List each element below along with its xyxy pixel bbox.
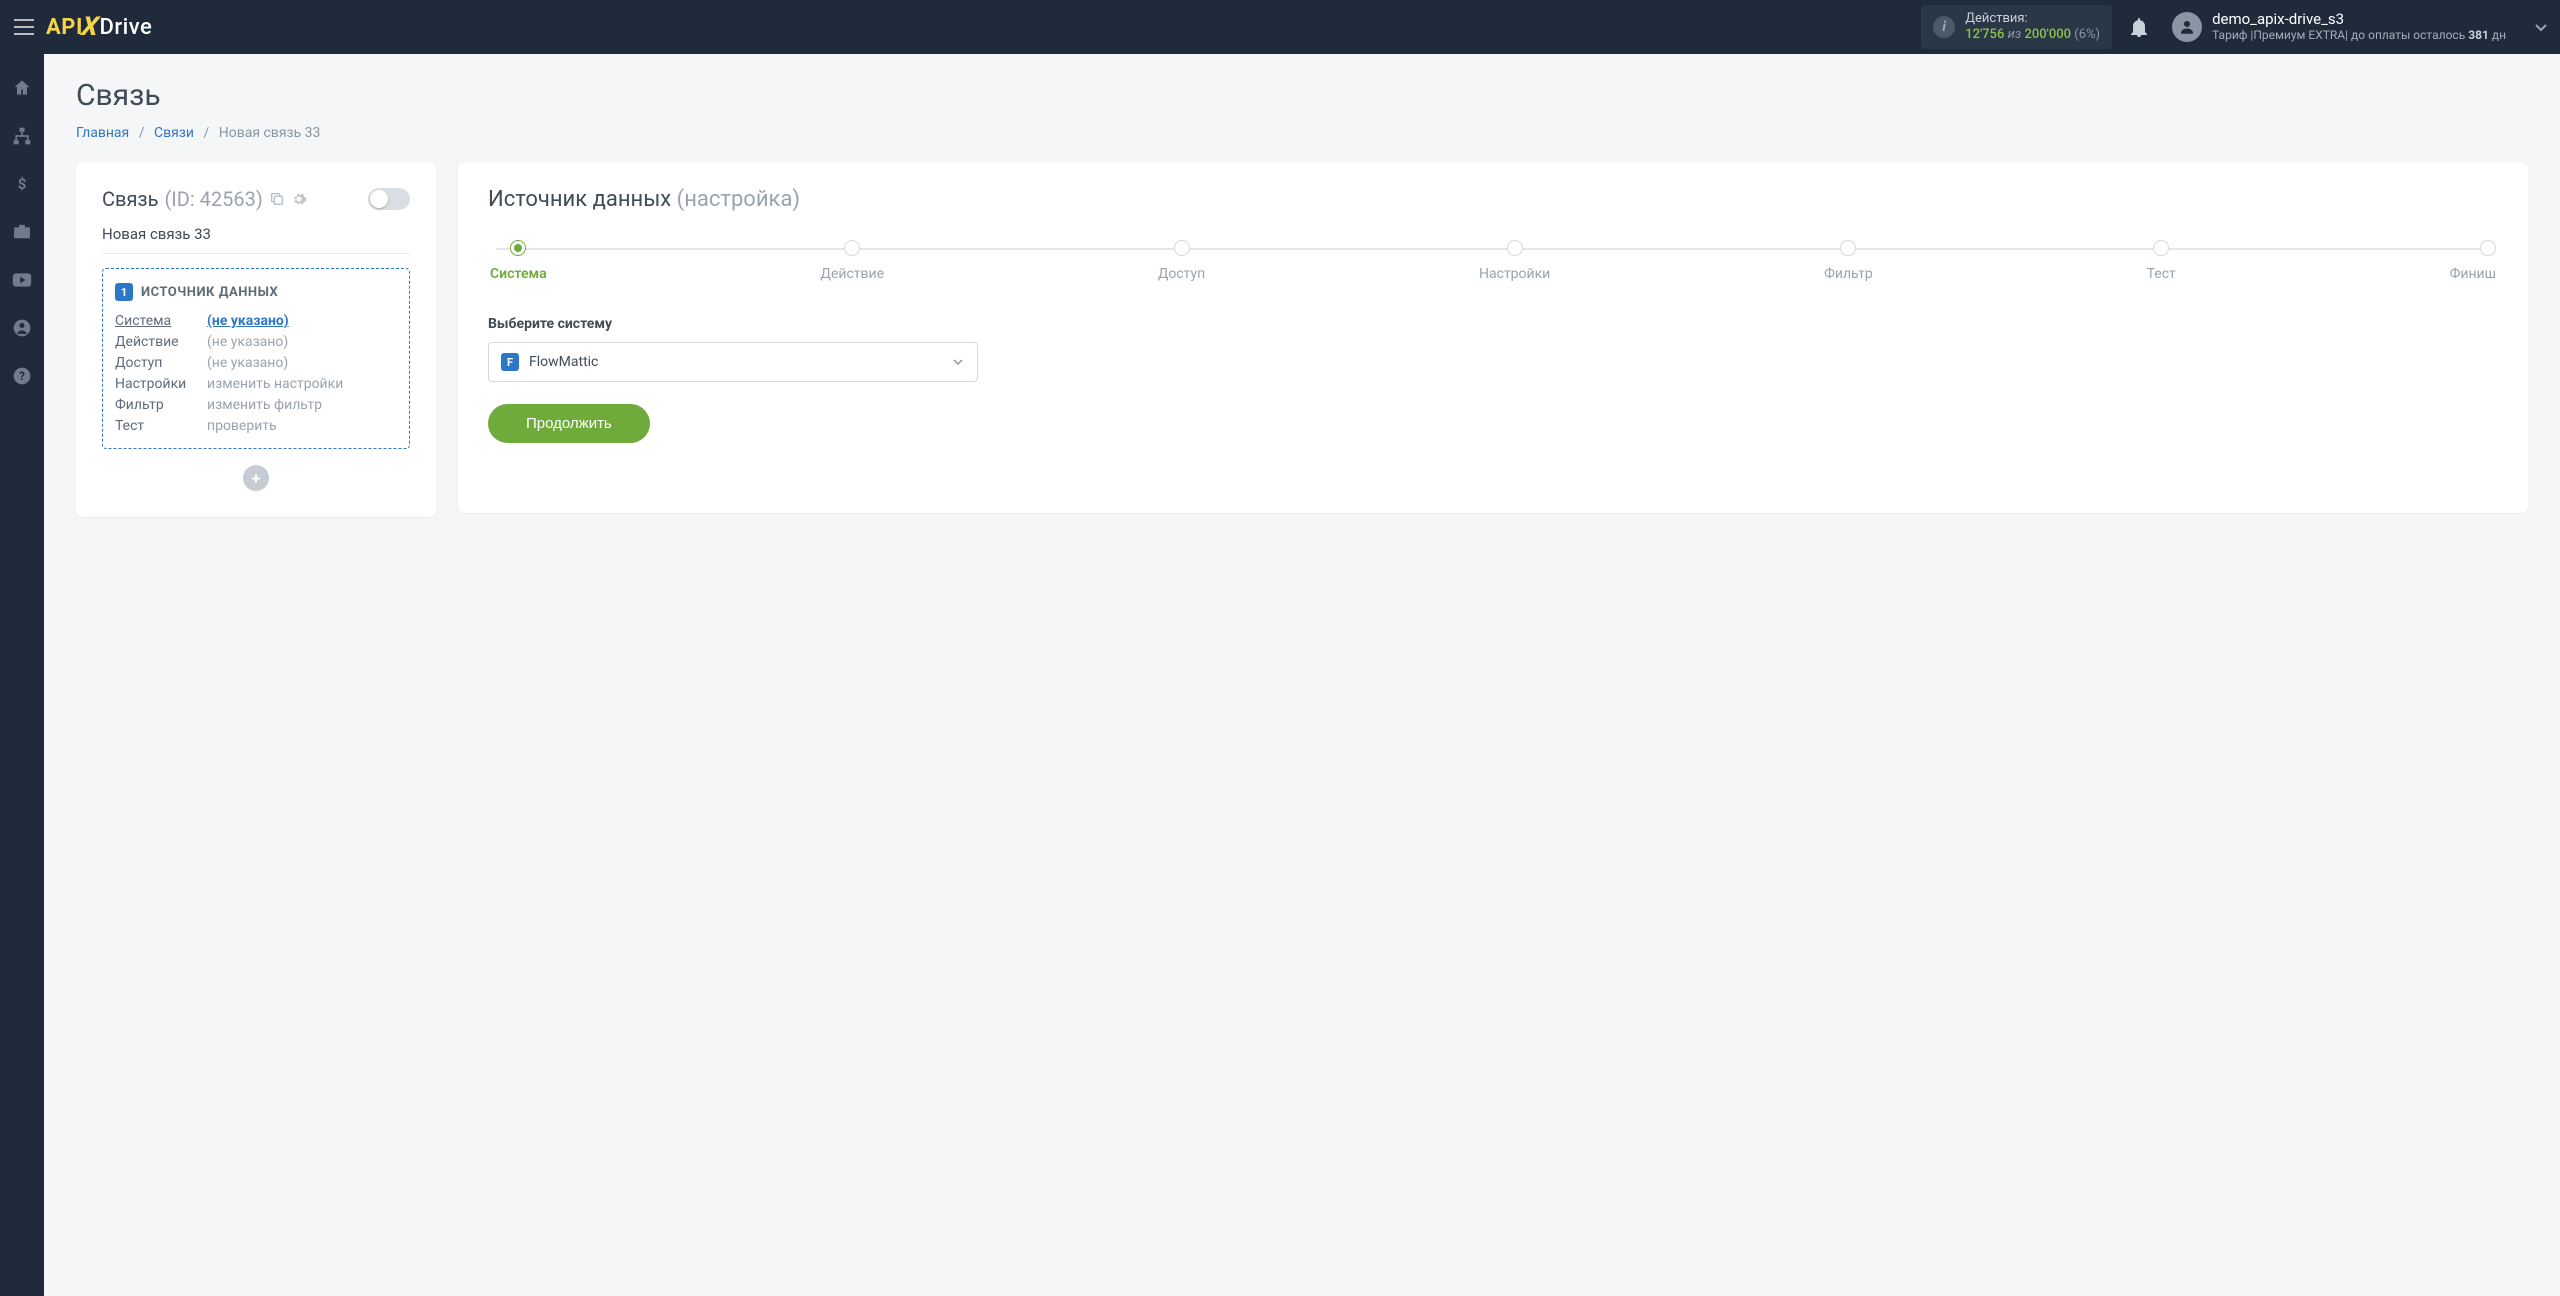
connection-title-label: Связь <box>102 187 158 211</box>
youtube-icon <box>12 272 32 288</box>
user-circle-icon <box>12 318 32 338</box>
step-settings[interactable]: Настройки <box>1479 240 1550 282</box>
setup-title: Источник данных (настройка) <box>488 187 2498 212</box>
topbar: APIXDrive i Действия: 12'756 из 200'000 … <box>0 0 2560 54</box>
row-access-key[interactable]: Доступ <box>115 355 207 371</box>
nav-youtube[interactable] <box>10 268 34 292</box>
sitemap-icon <box>12 126 32 146</box>
logo-text-api: API <box>46 15 83 40</box>
step-test[interactable]: Тест <box>2147 240 2176 282</box>
copy-button[interactable] <box>269 191 285 207</box>
chevron-down-icon <box>2534 20 2548 34</box>
user-icon <box>2178 18 2196 36</box>
tariff-prefix: Тариф |Премиум EXTRA| до оплаты осталось <box>2212 28 2468 42</box>
row-access-val: (не указано) <box>207 355 397 371</box>
actions-text: Действия: 12'756 из 200'000 (6%) <box>1965 11 2100 42</box>
info-icon: i <box>1933 16 1955 38</box>
connection-id: (ID: 42563) <box>164 187 262 211</box>
breadcrumb: Главная / Связи / Новая связь 33 <box>76 125 2528 141</box>
connection-title: Связь (ID: 42563) <box>102 187 307 211</box>
nav-connections[interactable] <box>10 124 34 148</box>
logo[interactable]: APIXDrive <box>46 12 152 42</box>
row-action-val: (не указано) <box>207 334 397 350</box>
actions-label: Действия: <box>1965 11 2100 27</box>
step-system[interactable]: Система <box>490 240 547 282</box>
logo-text-drive: Drive <box>99 15 152 40</box>
actions-limit: 200'000 <box>2025 27 2072 42</box>
crumb-current: Новая связь 33 <box>219 125 321 141</box>
connection-card: Связь (ID: 42563) Новая связь 33 1 ИСТОЧ… <box>76 163 436 517</box>
menu-toggle-button[interactable] <box>12 15 36 39</box>
home-icon <box>12 78 32 98</box>
row-settings-key[interactable]: Настройки <box>115 376 207 392</box>
system-field-label: Выберите систему <box>488 316 2498 332</box>
dollar-icon: $ <box>12 174 32 194</box>
actions-counter[interactable]: i Действия: 12'756 из 200'000 (6%) <box>1921 5 2112 48</box>
actions-count: 12'756 <box>1965 27 2004 42</box>
nav-home[interactable] <box>10 76 34 100</box>
step-access[interactable]: Доступ <box>1158 240 1205 282</box>
row-test-key[interactable]: Тест <box>115 418 207 434</box>
nav-help[interactable]: ? <box>10 364 34 388</box>
logo-text-x: X <box>80 12 101 42</box>
question-icon: ? <box>12 366 32 386</box>
username: demo_apix-drive_s3 <box>2212 11 2506 28</box>
settings-button[interactable] <box>291 191 307 207</box>
row-settings-val[interactable]: изменить настройки <box>207 376 397 392</box>
nav-billing[interactable]: $ <box>10 172 34 196</box>
system-select[interactable]: F FlowMattic <box>488 342 978 382</box>
connection-toggle[interactable] <box>368 188 410 210</box>
svg-text:$: $ <box>18 175 27 193</box>
chevron-down-icon <box>951 355 965 369</box>
row-system-val[interactable]: (не указано) <box>207 313 397 329</box>
sidebar-nav: $ ? <box>0 54 44 1296</box>
source-block: 1 ИСТОЧНИК ДАННЫХ Система (не указано) Д… <box>102 268 410 449</box>
actions-of: из <box>2008 27 2022 42</box>
block-number: 1 <box>115 283 133 301</box>
user-menu[interactable]: demo_apix-drive_s3 Тариф |Премиум EXTRA|… <box>2172 11 2548 42</box>
actions-pct: (6%) <box>2074 27 2100 42</box>
row-test-val[interactable]: проверить <box>207 418 397 434</box>
hamburger-icon <box>14 19 34 35</box>
step-filter[interactable]: Фильтр <box>1824 240 1873 282</box>
svg-text:?: ? <box>19 369 25 383</box>
setup-title-main: Источник данных <box>488 187 671 212</box>
tariff-line: Тариф |Премиум EXTRA| до оплаты осталось… <box>2212 29 2506 43</box>
row-system-key[interactable]: Система <box>115 313 207 329</box>
step-action[interactable]: Действие <box>820 240 884 282</box>
row-filter-val[interactable]: изменить фильтр <box>207 397 397 413</box>
user-menu-chevron <box>2534 20 2548 34</box>
crumb-links[interactable]: Связи <box>154 125 194 141</box>
step-finish[interactable]: Финиш <box>2450 240 2496 282</box>
nav-briefcase[interactable] <box>10 220 34 244</box>
row-filter-key[interactable]: Фильтр <box>115 397 207 413</box>
briefcase-icon <box>12 222 32 242</box>
block-title: ИСТОЧНИК ДАННЫХ <box>141 285 278 300</box>
bell-icon <box>2130 17 2148 37</box>
user-info: demo_apix-drive_s3 Тариф |Премиум EXTRA|… <box>2212 11 2506 42</box>
page-title: Связь <box>76 78 2528 113</box>
avatar <box>2172 12 2202 42</box>
source-rows: Система (не указано) Действие (не указан… <box>115 313 397 434</box>
connection-name: Новая связь 33 <box>102 225 410 254</box>
system-option-icon: F <box>501 353 519 371</box>
crumb-home[interactable]: Главная <box>76 125 129 141</box>
add-block-button[interactable]: + <box>243 465 269 491</box>
tariff-days: 381 <box>2468 28 2489 42</box>
stepper: Система Действие Доступ Настройки Фильтр… <box>488 240 2498 282</box>
gear-icon <box>291 191 307 207</box>
tariff-suffix: дн <box>2489 28 2506 42</box>
notifications-button[interactable] <box>2130 17 2160 37</box>
setup-title-sub: (настройка) <box>677 187 800 212</box>
main-content: Связь Главная / Связи / Новая связь 33 С… <box>44 54 2560 1296</box>
setup-card: Источник данных (настройка) Система Дейс… <box>458 163 2528 513</box>
select-chevron <box>951 355 965 369</box>
continue-button[interactable]: Продолжить <box>488 404 650 443</box>
nav-account[interactable] <box>10 316 34 340</box>
system-selected-value: FlowMattic <box>529 354 941 370</box>
row-action-key[interactable]: Действие <box>115 334 207 350</box>
copy-icon <box>269 191 285 207</box>
